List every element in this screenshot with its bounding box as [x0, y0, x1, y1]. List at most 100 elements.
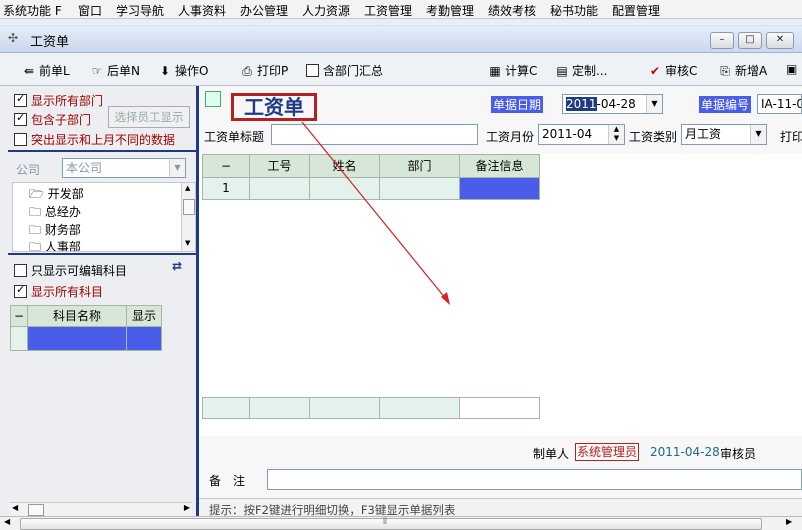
maker-value: 系统管理员	[575, 443, 640, 461]
print-button[interactable]: ⎙ 打印P	[240, 62, 288, 79]
menu-payroll[interactable]: 工资管理	[364, 2, 412, 19]
calc-button[interactable]: ▦ 计算C	[488, 62, 537, 79]
scroll-right-icon[interactable]: ▶	[184, 503, 190, 512]
ops-label: 操作O	[175, 64, 209, 78]
scroll-thumb[interactable]	[183, 199, 195, 215]
subject-col-minus[interactable]: −	[10, 305, 28, 327]
remark-input[interactable]	[267, 469, 802, 490]
grid-col-minus[interactable]: −	[202, 154, 250, 178]
scroll-thumb[interactable]: ⦀	[20, 517, 762, 530]
chevron-down-icon[interactable]: ▼	[646, 95, 662, 113]
month-input[interactable]: 2011-04 ▲ ▼	[538, 124, 625, 145]
chevron-down-icon[interactable]: ▼	[750, 125, 766, 144]
grid-cell-id[interactable]	[249, 177, 310, 200]
menu-config[interactable]: 配置管理	[612, 2, 660, 19]
show-all-dept-checkbox[interactable]: 显示所有部门	[14, 92, 103, 109]
tree-item-label: 人事部	[44, 240, 81, 252]
tree-item[interactable]: 🗀 人事部	[29, 238, 81, 252]
title-input[interactable]	[271, 124, 478, 145]
date-input[interactable]: 2011-04-28 ▼	[562, 94, 663, 114]
menu-performance[interactable]: 绩效考核	[488, 2, 536, 19]
tree-item-label: 开发部	[47, 187, 84, 201]
title-label: 工资单标题	[204, 130, 265, 144]
auditor-label: 审核员	[720, 447, 757, 461]
menu-bar: 系统功能 F 窗口 学习导航 人事资料 办公管理 人力资源 工资管理 考勤管理 …	[0, 0, 802, 19]
window-title: 工资单	[30, 35, 70, 50]
menu-system[interactable]: 系统功能 F	[3, 2, 62, 19]
folder-icon: 🗀	[29, 205, 42, 219]
only-editable-checkbox[interactable]: 只显示可编辑科目	[14, 262, 127, 279]
close-button[interactable]: ✕	[766, 32, 794, 49]
bottom-hscrollbar[interactable]: ◀ ⦀ ▶	[0, 516, 802, 530]
company-value: 本公司	[66, 161, 103, 175]
divider	[8, 150, 196, 152]
spinner-icon[interactable]: ▲ ▼	[608, 125, 624, 144]
scroll-left-icon[interactable]: ◀	[12, 503, 18, 512]
menu-secretary[interactable]: 秘书功能	[550, 2, 598, 19]
left-hscrollbar[interactable]: ◀ ▶	[10, 502, 192, 516]
chevron-down-icon[interactable]: ▼	[169, 159, 185, 177]
grid-cell-remark[interactable]	[459, 177, 540, 200]
doc-no-input[interactable]: IA-11-0	[757, 94, 802, 114]
folder-icon: 🗀	[29, 223, 42, 237]
next-label: 后单N	[107, 64, 140, 78]
add-doc-icon: ⎘	[720, 64, 730, 78]
table-icon: ▤	[556, 64, 568, 78]
add-button[interactable]: ⎘ 新增A	[718, 62, 767, 79]
date-label: 单据日期	[491, 96, 544, 113]
checkbox-box	[14, 264, 27, 277]
show-all-subjects-checkbox[interactable]: 显示所有科目	[14, 283, 103, 300]
grid-col-remark[interactable]: 备注信息	[459, 154, 540, 178]
select-employee-button[interactable]: 选择员工显示	[108, 106, 190, 128]
all-dept-label: 含部门汇总	[323, 64, 384, 78]
prev-label: 前单L	[39, 64, 70, 78]
type-select[interactable]: 月工资 ▼	[681, 124, 767, 145]
grid-row-number[interactable]: 1	[202, 177, 250, 200]
company-select[interactable]: 本公司 ▼	[62, 158, 186, 178]
form-footer: 制单人 系统管理员 2011-04-28 审核员 备 注 提示：按F2键进行明细…	[199, 436, 802, 517]
subject-col-show[interactable]: 显示	[126, 305, 162, 327]
save-icon[interactable]: ▣	[786, 62, 797, 76]
grid-col-name[interactable]: 姓名	[309, 154, 380, 178]
prev-button[interactable]: ⇚ 前单L	[22, 62, 70, 79]
month-value: 2011-04	[542, 127, 593, 141]
menu-attendance[interactable]: 考勤管理	[426, 2, 474, 19]
menu-window[interactable]: 窗口	[78, 2, 102, 19]
menu-office[interactable]: 办公管理	[240, 2, 288, 19]
divider	[8, 253, 196, 255]
swap-icon[interactable]: ⇄	[172, 259, 182, 273]
scroll-thumb[interactable]	[28, 504, 44, 516]
tree-scrollbar[interactable]: ▲ ▼	[181, 183, 195, 251]
menu-hr[interactable]: 人力资源	[302, 2, 350, 19]
subject-row-marker[interactable]	[10, 326, 28, 351]
tree-item-label: 财务部	[44, 223, 81, 237]
app-icon: ✣	[8, 31, 19, 45]
subject-row-name[interactable]	[27, 326, 127, 351]
subject-row-show[interactable]	[126, 326, 162, 351]
menu-personnel[interactable]: 人事资料	[178, 2, 226, 19]
grid-cell-dept[interactable]	[379, 177, 460, 200]
next-button[interactable]: ☞ 后单N	[90, 62, 140, 79]
checkbox-box	[306, 64, 319, 77]
minimize-button[interactable]: –	[710, 32, 734, 49]
grid-col-dept[interactable]: 部门	[379, 154, 460, 178]
subject-col-name[interactable]: 科目名称	[27, 305, 127, 327]
left-panel: 显示所有部门 包含子部门 选择员工显示 突出显示和上月不同的数据 公司 本公司 ▼…	[0, 86, 196, 516]
scroll-left-icon[interactable]: ◀	[4, 517, 10, 526]
scroll-right-icon[interactable]: ▶	[786, 517, 792, 526]
menu-learning[interactable]: 学习导航	[116, 2, 164, 19]
grid-cell-name[interactable]	[309, 177, 380, 200]
print-icon: ⎙	[242, 64, 252, 78]
maximize-button[interactable]: □	[738, 32, 762, 49]
show-all-dept-label: 显示所有部门	[31, 94, 104, 108]
highlight-diff-checkbox[interactable]: 突出显示和上月不同的数据	[14, 131, 175, 148]
all-dept-checkbox[interactable]: 含部门汇总	[306, 62, 383, 79]
custom-button[interactable]: ▤ 定制...	[555, 62, 607, 79]
grid-total-cell	[459, 397, 540, 419]
grid-col-id[interactable]: 工号	[249, 154, 310, 178]
include-sub-checkbox[interactable]: 包含子部门	[14, 111, 91, 128]
audit-button[interactable]: ✔ 审核C	[648, 62, 697, 79]
scroll-down-icon[interactable]: ▼	[185, 239, 190, 247]
scroll-up-icon[interactable]: ▲	[185, 184, 190, 192]
ops-button[interactable]: ⬇ 操作O	[158, 62, 208, 79]
